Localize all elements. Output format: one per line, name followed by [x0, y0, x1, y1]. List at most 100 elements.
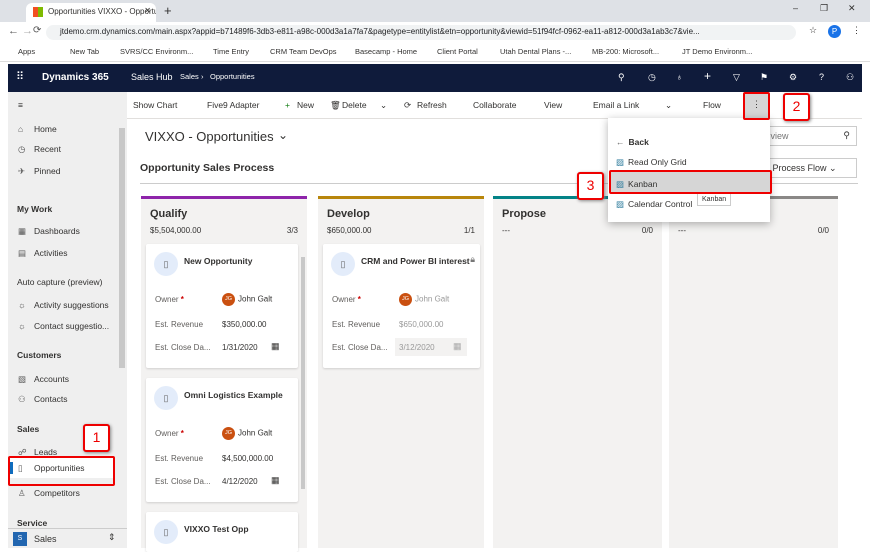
menu-icon[interactable]: ⋮: [852, 25, 861, 36]
opportunity-icon: ▯: [154, 252, 178, 276]
area-switcher[interactable]: S Sales ⇕: [8, 528, 127, 548]
bookmark[interactable]: Client Portal: [437, 47, 478, 56]
app-launcher-icon[interactable]: ⠿: [16, 70, 24, 83]
annotation-number: 2: [783, 93, 810, 121]
gear-icon[interactable]: ⚙: [789, 72, 797, 83]
collaborate-button[interactable]: Collaborate: [473, 100, 516, 110]
area-badge: S: [13, 532, 27, 546]
bookmark[interactable]: Utah Dental Plans -...: [500, 47, 571, 56]
section-my-work: My Work: [17, 204, 53, 214]
browser-tab[interactable]: Opportunities VIXXO - Opportuni ✕: [26, 3, 156, 22]
opportunity-icon: ▯: [154, 520, 178, 544]
bookmark[interactable]: Apps: [18, 47, 35, 56]
add-icon[interactable]: +: [704, 69, 711, 83]
annotation-number: 3: [577, 172, 604, 200]
flow-button[interactable]: Flow: [703, 100, 721, 110]
star-icon[interactable]: ☆: [809, 25, 817, 36]
opportunity-card[interactable]: ▯ New Opportunity Owner * JG John Galt Est.…: [146, 244, 298, 368]
user-icon[interactable]: ⚇: [846, 72, 854, 83]
browser-tab-bar: Opportunities VIXXO - Opportuni ✕ + – ❐ ✕: [0, 0, 870, 22]
column-scrollbar[interactable]: [301, 257, 305, 489]
opportunity-card[interactable]: ▯ Omni Logistics Example Owner * JG John Ga…: [146, 378, 298, 502]
section-auto-capture: Auto capture (preview): [17, 277, 103, 287]
area-label: Sales: [34, 534, 57, 544]
minimize-icon[interactable]: –: [793, 3, 798, 13]
calendar-icon: ▦: [453, 341, 462, 351]
bookmark[interactable]: New Tab: [70, 47, 99, 56]
app-name[interactable]: Dynamics 365: [42, 72, 109, 83]
opportunity-icon: ▯: [154, 386, 178, 410]
profile-avatar[interactable]: P: [828, 25, 841, 38]
bookmark[interactable]: SVRS/CC Environm...: [120, 47, 193, 56]
close-window-icon[interactable]: ✕: [848, 3, 856, 14]
email-link-button[interactable]: Email a Link: [593, 100, 639, 110]
new-button[interactable]: New: [297, 100, 314, 110]
forward-icon[interactable]: →: [22, 25, 33, 37]
section-title: Opportunity Sales Process: [140, 162, 275, 174]
sidebar-item-dashboards[interactable]: ▦ Dashboards: [18, 226, 80, 237]
sidebar-item-home[interactable]: ⌂ Home: [18, 124, 57, 134]
annotation-number: 1: [83, 424, 110, 452]
section-sales: Sales: [17, 424, 40, 434]
hamburger-icon[interactable]: ≡: [18, 100, 23, 110]
refresh-button[interactable]: Refresh: [417, 100, 447, 110]
hub-name[interactable]: Sales Hub: [131, 72, 173, 82]
view-selector-chevron-icon[interactable]: ⌄: [278, 128, 288, 142]
sidebar-item-pinned[interactable]: ✈ Pinned: [18, 166, 60, 177]
help-icon[interactable]: ?: [819, 72, 824, 82]
annotation-highlight: [609, 170, 772, 194]
annotation-highlight: [8, 456, 115, 486]
delete-button[interactable]: Delete: [342, 100, 367, 110]
sidebar-item-contact-suggestions[interactable]: ☼ Contact suggestio...: [18, 321, 109, 331]
bookmark[interactable]: MB-200: Microsoft...: [592, 47, 659, 56]
updown-chevron-icon: ⇕: [108, 532, 116, 542]
bookmark[interactable]: JT Demo Environm...: [682, 47, 752, 56]
sidebar-scrollbar[interactable]: [119, 128, 125, 368]
view-title[interactable]: VIXXO - Opportunities: [145, 129, 274, 144]
menu-back[interactable]: ← Back: [616, 137, 649, 147]
menu-item-calendar-control[interactable]: ▨ Calendar Control: [616, 199, 692, 210]
url-input[interactable]: jtdemo.crm.dynamics.com/main.aspx?appid=…: [46, 25, 796, 40]
bookmark[interactable]: Basecamp - Home: [355, 47, 417, 56]
address-bar-row: ← → ⟳ jtdemo.crm.dynamics.com/main.aspx?…: [0, 22, 870, 42]
sidebar-item-accounts[interactable]: ▧ Accounts: [18, 374, 69, 385]
calendar-icon[interactable]: ▦: [271, 475, 280, 486]
sidebar-item-activity-suggestions[interactable]: ☼ Activity suggestions: [18, 300, 109, 310]
refresh-icon: ⟳: [404, 100, 412, 110]
show-chart-button[interactable]: Show Chart: [133, 100, 177, 110]
breadcrumb-opportunities[interactable]: Opportunities: [210, 72, 255, 81]
top-nav: ⠿ Dynamics 365 Sales Hub Sales › Opportu…: [8, 64, 862, 92]
chevron-down-icon[interactable]: ⌄: [665, 100, 672, 111]
opportunity-card[interactable]: ▯ CRM and Power BI interest 🔒︎ Owner * JG Jo…: [323, 244, 480, 368]
calendar-icon[interactable]: ▦: [271, 341, 280, 352]
sidebar-item-competitors[interactable]: ♙ Competitors: [18, 488, 80, 499]
lightbulb-icon[interactable]: ♁: [676, 72, 683, 82]
tab-title: Opportunities VIXXO - Opportuni: [48, 7, 156, 16]
kanban-column-propose: Propose --- 0/0: [493, 196, 662, 548]
section-customers: Customers: [17, 350, 62, 360]
task-icon[interactable]: ◷: [648, 72, 656, 83]
bookmarks-bar: Apps New Tab SVRS/CC Environm... Time En…: [0, 42, 870, 62]
delete-icon: 🗑: [330, 100, 341, 110]
menu-item-read-only-grid[interactable]: ▨ Read Only Grid: [616, 157, 687, 168]
sidebar-item-activities[interactable]: ▤ Activities: [18, 248, 68, 259]
close-tab-icon[interactable]: ✕: [144, 6, 151, 15]
microsoft-logo-icon: [33, 7, 43, 17]
five9-adapter-button[interactable]: Five9 Adapter: [207, 100, 259, 110]
search-icon[interactable]: ⚲: [618, 72, 625, 83]
opportunity-card[interactable]: ▯ VIXXO Test Opp: [146, 512, 298, 552]
view-button[interactable]: View: [544, 100, 562, 110]
sidebar-item-recent[interactable]: ◷ Recent: [18, 144, 61, 155]
reload-icon[interactable]: ⟳: [33, 25, 41, 36]
restore-icon[interactable]: ❐: [820, 3, 828, 14]
new-tab-icon[interactable]: +: [164, 3, 172, 18]
back-icon[interactable]: ←: [8, 25, 19, 37]
filter-icon[interactable]: ▽: [733, 72, 740, 83]
breadcrumb-sales[interactable]: Sales: [180, 72, 199, 81]
bookmark[interactable]: Time Entry: [213, 47, 249, 56]
sidebar-item-contacts[interactable]: ⚇ Contacts: [18, 394, 68, 405]
assistant-icon[interactable]: ⚑: [760, 72, 768, 83]
chevron-down-icon[interactable]: ⌄: [380, 100, 387, 111]
opportunity-icon: ▯: [331, 252, 355, 276]
bookmark[interactable]: CRM Team DevOps: [270, 47, 337, 56]
